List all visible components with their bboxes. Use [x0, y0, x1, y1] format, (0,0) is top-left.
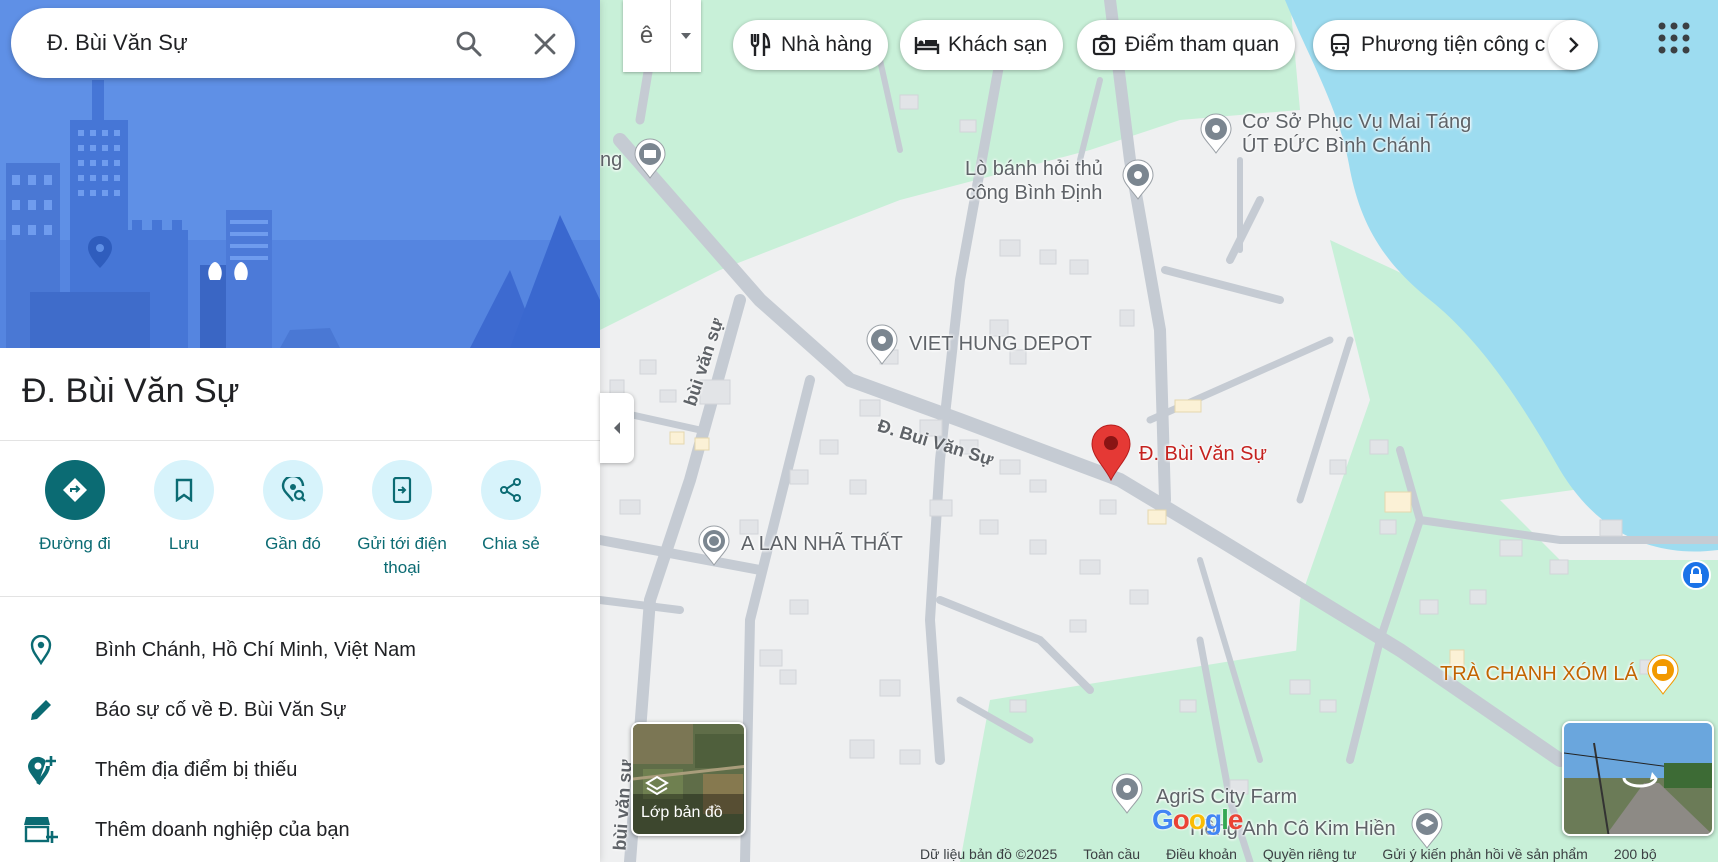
poi-label-funeral[interactable]: Cơ Sở Phục Vụ Mai Táng ÚT ĐỨC Bình Chánh — [1242, 110, 1471, 158]
chip-restaurants-label: Nhà hàng — [781, 33, 873, 56]
poi-label-tra-chanh[interactable]: TRÀ CHANH XÓM LÁ — [1440, 662, 1638, 686]
chips-next-button[interactable] — [1548, 20, 1598, 70]
street-view-button[interactable] — [1562, 721, 1714, 836]
temple-poi-icon[interactable] — [697, 525, 731, 567]
map-layers-button[interactable]: Lớp bản đồ — [631, 722, 746, 836]
search-icon[interactable] — [453, 28, 485, 60]
lock-poi-icon[interactable] — [1679, 558, 1713, 592]
poi-label-depot[interactable]: VIET HUNG DEPOT — [909, 332, 1092, 356]
search-input[interactable] — [47, 30, 427, 56]
send-to-phone-label: Gửi tới điện thoại — [357, 534, 447, 577]
nearby-label: Gần đó — [265, 534, 321, 553]
school-poi-icon[interactable] — [1410, 808, 1444, 850]
share-label: Chia sẻ — [482, 534, 540, 553]
search-box[interactable] — [11, 8, 575, 78]
chip-attractions[interactable]: Điểm tham quan — [1077, 20, 1296, 70]
info-row-add-place[interactable]: Thêm địa điểm bị thiếu — [0, 742, 600, 798]
info-row-add-business[interactable]: Thêm doanh nghiệp của bạn — [0, 802, 600, 858]
poi-pin-icon[interactable] — [865, 324, 899, 366]
directions-button[interactable]: Đường đi — [20, 460, 130, 556]
footer-privacy[interactable]: Quyền riêng tư — [1263, 846, 1356, 862]
close-icon[interactable] — [529, 28, 561, 60]
footer-feedback[interactable]: Gửi ý kiến phản hồi về sản phẩm — [1382, 846, 1588, 862]
footer-copyright[interactable]: Dữ liệu bản đồ ©2025 — [920, 846, 1057, 862]
add-place-text: Thêm địa điểm bị thiếu — [95, 758, 298, 781]
share-icon[interactable] — [481, 460, 541, 520]
input-tool-label[interactable]: ê — [623, 0, 671, 72]
transit-icon — [1327, 32, 1353, 58]
map-footer: Dữ liệu bản đồ ©2025 Toàn cầu Điều khoản… — [920, 846, 1657, 862]
chip-attractions-label: Điểm tham quan — [1125, 33, 1280, 56]
poi-label-alan[interactable]: A LAN NHÃ THẤT — [741, 532, 903, 556]
hotel-poi-icon[interactable] — [633, 138, 667, 180]
footer-scale[interactable]: 200 bộ — [1614, 846, 1657, 862]
footer-terms[interactable]: Điều khoản — [1166, 846, 1237, 862]
divider — [0, 440, 600, 441]
poi-pin-icon[interactable] — [1199, 113, 1233, 155]
layers-icon — [645, 775, 669, 796]
caret-left-icon — [614, 422, 620, 434]
selected-location-pin-icon[interactable] — [1090, 424, 1132, 482]
input-tool-button[interactable]: ê — [623, 0, 701, 72]
directions-icon[interactable] — [45, 460, 105, 520]
poi-pin-icon[interactable] — [1110, 773, 1144, 815]
poi-label-selected[interactable]: Đ. Bùi Văn Sự — [1139, 442, 1267, 466]
caret-down-icon — [681, 33, 691, 39]
input-tool-dropdown[interactable] — [671, 0, 701, 72]
hotel-icon — [914, 32, 940, 58]
divider — [0, 596, 600, 597]
bookmark-icon[interactable] — [154, 460, 214, 520]
chip-hotels-label: Khách sạn — [948, 33, 1048, 56]
apps-grid-icon[interactable] — [1656, 20, 1692, 56]
info-row-report[interactable]: Báo sự cố về Đ. Bùi Văn Sự — [0, 682, 600, 738]
map-layers-label: Lớp bản đồ — [641, 804, 723, 821]
restaurant-icon — [747, 32, 773, 58]
info-row-address[interactable]: Bình Chánh, Hồ Chí Minh, Việt Nam — [0, 622, 600, 678]
chip-hotels[interactable]: Khách sạn — [900, 20, 1064, 70]
chip-transit-label: Phương tiện công c — [1361, 33, 1546, 56]
report-text: Báo sự cố về Đ. Bùi Văn Sự — [95, 698, 347, 721]
location-pin-icon — [24, 633, 58, 667]
poi-label-bakery[interactable]: Lò bánh hỏi thủ công Bình Định — [965, 157, 1103, 205]
collapse-panel-button[interactable] — [600, 393, 634, 463]
edit-pencil-icon — [24, 693, 58, 727]
send-to-phone-icon[interactable] — [372, 460, 432, 520]
send-to-phone-button[interactable]: Gửi tới điện thoại — [347, 460, 457, 580]
chevron-right-icon — [1569, 37, 1579, 53]
poi-label-partial[interactable]: ng — [600, 148, 622, 172]
save-label: Lưu — [168, 534, 200, 553]
place-title: Đ. Bùi Văn Sự — [22, 372, 240, 410]
google-logo: Google — [1152, 804, 1243, 835]
save-button[interactable]: Lưu — [129, 460, 239, 556]
directions-label: Đường đi — [39, 534, 111, 553]
place-side-panel: Đ. Bùi Văn Sự Đường đi Lưu Gần đó Gửi tớ… — [0, 0, 600, 862]
nearby-icon[interactable] — [263, 460, 323, 520]
chip-restaurants[interactable]: Nhà hàng — [733, 20, 889, 70]
street-view-preview — [1564, 723, 1712, 834]
add-business-text: Thêm doanh nghiệp của bạn — [95, 818, 350, 841]
nearby-button[interactable]: Gần đó — [238, 460, 348, 556]
camera-icon — [1091, 32, 1117, 58]
footer-global[interactable]: Toàn cầu — [1083, 846, 1140, 862]
poi-pin-icon[interactable] — [1121, 159, 1155, 201]
cafe-poi-icon[interactable] — [1646, 654, 1680, 696]
add-business-icon — [24, 813, 58, 847]
address-text: Bình Chánh, Hồ Chí Minh, Việt Nam — [95, 638, 416, 661]
add-place-icon — [24, 753, 58, 787]
share-button[interactable]: Chia sẻ — [456, 460, 566, 556]
